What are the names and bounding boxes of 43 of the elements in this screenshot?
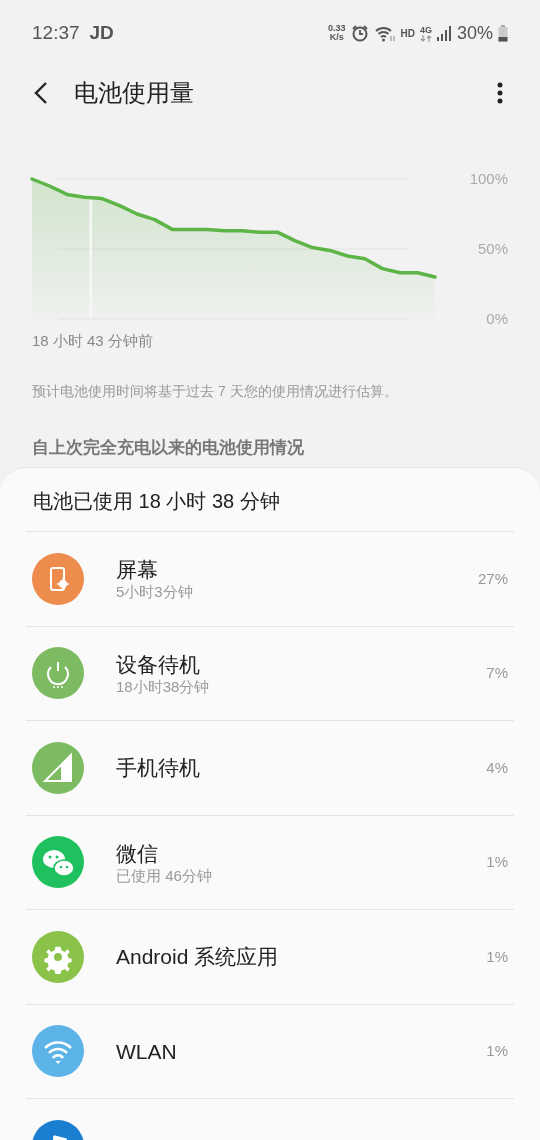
usage-row[interactable]: WLAN 1%: [26, 1003, 514, 1098]
usage-percent: 1%: [486, 852, 508, 872]
more-icon: [497, 82, 503, 104]
time-ago-label: 18 小时 43 分钟前: [31, 331, 154, 351]
hd-label: HD: [400, 26, 415, 41]
net-speed-value: 0.33: [327, 24, 346, 33]
wifi-icon: [373, 24, 396, 42]
page-title: 电池使用量: [74, 78, 194, 108]
usage-row[interactable]: 屏幕 5小时3分钟 27%: [26, 531, 514, 626]
usage-percent: 1%: [486, 946, 508, 967]
y-tick-label: 50%: [477, 240, 508, 257]
network-label: 4G: [419, 24, 432, 35]
clock: 12:37: [32, 20, 80, 45]
usage-percent: 27%: [477, 568, 508, 589]
data-arrows-icon: [419, 34, 432, 42]
signal-icon: [436, 25, 452, 41]
usage-time: 18小时38分钟: [116, 677, 210, 696]
carrier-label: JD: [89, 20, 114, 45]
usage-percent: 1%: [486, 1041, 508, 1061]
app-name: 设备待机: [116, 651, 201, 678]
usage-time: 5小时3分钟: [116, 583, 193, 602]
y-tick-label: 0%: [486, 310, 508, 327]
usage-percent: 4%: [486, 757, 508, 778]
battery-icon: [498, 24, 508, 42]
net-speed-unit: K/s: [329, 33, 344, 42]
alarm-icon: [350, 24, 369, 42]
battery-percent: 30%: [456, 21, 493, 45]
usage-row[interactable]: Android 系统应用 1%: [26, 909, 514, 1004]
usage-time: 已使用 46分钟: [116, 866, 212, 885]
usage-percent: 7%: [486, 663, 508, 683]
usage-row[interactable]: 微信 已使用 46分钟 1%: [26, 814, 514, 909]
app-name: WLAN: [116, 1038, 177, 1065]
app-name: Android 系统应用: [116, 944, 279, 971]
usage-row[interactable]: 手机待机 4%: [26, 720, 514, 815]
back-icon: [34, 81, 48, 105]
estimate-note: 预计电池使用时间将基于过去 7 天您的使用情况进行估算。: [31, 382, 399, 401]
usage-total: 电池已使用 18 小时 38 分钟: [32, 489, 281, 514]
y-tick-label: 100%: [469, 170, 508, 187]
app-name: 手机待机: [116, 755, 200, 782]
app-name: 屏幕: [116, 557, 159, 584]
usage-row[interactable]: 设备待机 18小时38分钟 7%: [26, 625, 514, 720]
app-name: 微信: [116, 840, 159, 867]
section-title: 自上次完全充电以来的电池使用情况: [31, 437, 305, 459]
